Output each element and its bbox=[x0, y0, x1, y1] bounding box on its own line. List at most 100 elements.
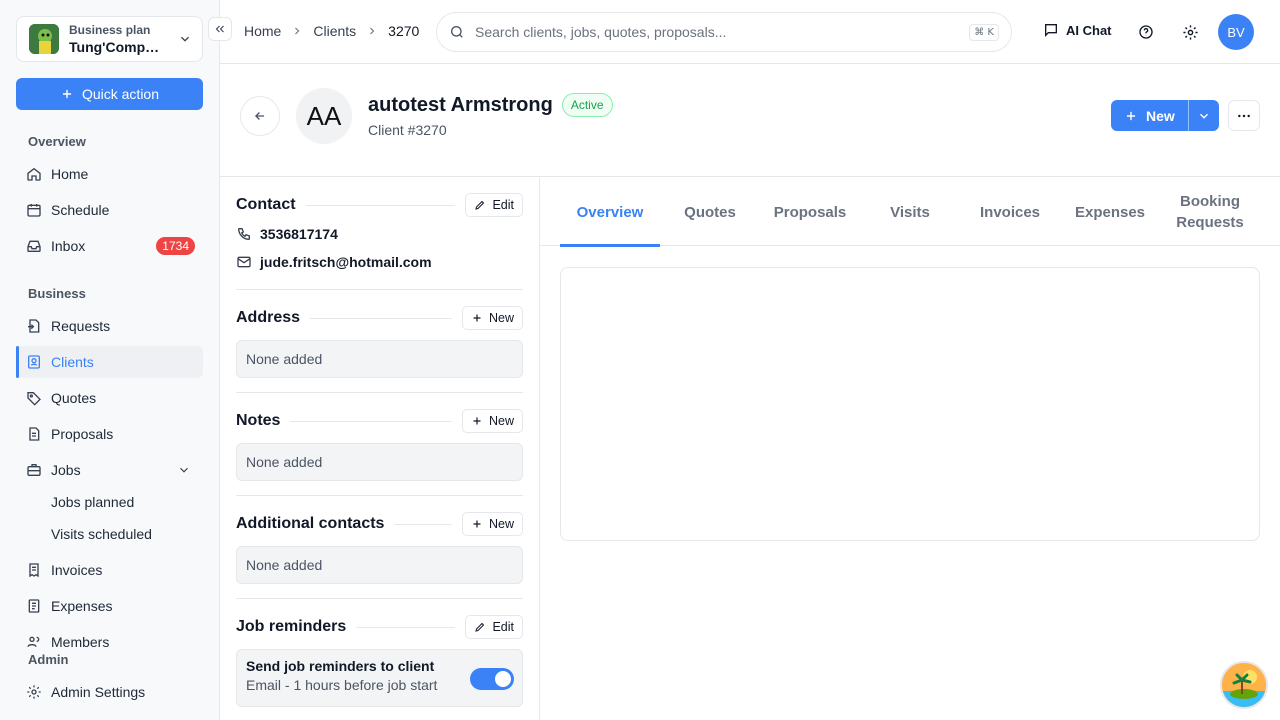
job-reminders-section: Job reminders Edit Send job reminders to… bbox=[236, 615, 523, 707]
contact-card-icon bbox=[26, 354, 42, 370]
more-options-button[interactable] bbox=[1228, 100, 1260, 131]
plus-icon bbox=[471, 312, 483, 324]
gear-icon bbox=[26, 684, 42, 700]
plus-icon bbox=[1124, 109, 1138, 123]
job-reminders-title: Job reminders bbox=[236, 618, 347, 635]
plus-icon bbox=[471, 518, 483, 530]
document-icon bbox=[26, 426, 42, 442]
sidebar-item-schedule[interactable]: Schedule bbox=[16, 194, 203, 226]
additional-contacts-section: Additional contacts New None added bbox=[236, 512, 523, 584]
search-icon bbox=[449, 24, 465, 40]
new-button-group: New bbox=[1111, 100, 1219, 131]
quick-action-button[interactable]: Quick action bbox=[16, 78, 203, 110]
overview-panel bbox=[560, 267, 1260, 541]
sidebar-item-label: Requests bbox=[51, 318, 111, 334]
chevrons-left-icon bbox=[214, 23, 226, 35]
new-button[interactable]: New bbox=[1111, 100, 1188, 131]
sidebar-item-label: Jobs bbox=[51, 462, 81, 478]
contact-title: Contact bbox=[236, 196, 296, 213]
workspace-plan: Business plan bbox=[69, 22, 151, 37]
tab-quotes[interactable]: Quotes bbox=[660, 178, 760, 246]
invoice-icon bbox=[26, 562, 42, 578]
sidebar-item-jobs-planned[interactable]: Jobs planned bbox=[51, 494, 134, 510]
chevron-right-icon bbox=[291, 25, 303, 37]
sidebar-item-quotes[interactable]: Quotes bbox=[16, 382, 203, 414]
address-title: Address bbox=[236, 309, 301, 326]
tab-proposals[interactable]: Proposals bbox=[760, 178, 860, 246]
sidebar-item-label: Quotes bbox=[51, 390, 97, 406]
inbox-count-badge: 1734 bbox=[156, 237, 195, 255]
chevron-down-icon bbox=[178, 32, 192, 46]
search-input[interactable] bbox=[475, 24, 960, 40]
quick-action-label: Quick action bbox=[81, 86, 160, 102]
sidebar-item-label: Clients bbox=[51, 354, 94, 370]
pencil-icon bbox=[474, 621, 486, 633]
tab-overview[interactable]: Overview bbox=[560, 178, 660, 247]
tab-visits[interactable]: Visits bbox=[860, 178, 960, 246]
briefcase-icon bbox=[26, 462, 42, 478]
receipt-icon bbox=[26, 598, 42, 614]
sidebar-item-visits-scheduled[interactable]: Visits scheduled bbox=[51, 526, 152, 542]
settings-button[interactable] bbox=[1180, 22, 1200, 42]
tab-invoices[interactable]: Invoices bbox=[960, 178, 1060, 246]
additional-contacts-empty: None added bbox=[236, 546, 523, 584]
sidebar-item-home[interactable]: Home bbox=[16, 158, 203, 190]
ai-chat-label: AI Chat bbox=[1066, 22, 1112, 38]
ai-chat-button[interactable]: AI Chat bbox=[1043, 22, 1112, 38]
tab-expenses[interactable]: Expenses bbox=[1060, 178, 1160, 246]
island-icon bbox=[1222, 663, 1266, 707]
add-note-button[interactable]: New bbox=[461, 409, 523, 433]
sidebar-item-clients[interactable]: Clients bbox=[16, 346, 203, 378]
contact-phone-row: 3536817174 bbox=[236, 220, 523, 248]
client-details-panel: Contact Edit 3536817174 jude.fritsch@hot… bbox=[220, 178, 540, 720]
edit-contact-button[interactable]: Edit bbox=[465, 193, 523, 217]
new-label: New bbox=[488, 311, 514, 325]
sidebar-item-label: Members bbox=[51, 634, 110, 648]
contact-email[interactable]: jude.fritsch@hotmail.com bbox=[260, 254, 432, 270]
reminder-toggle[interactable] bbox=[470, 668, 514, 690]
breadcrumb-clients[interactable]: Clients bbox=[313, 23, 356, 39]
new-label: New bbox=[488, 414, 514, 428]
sidebar-item-label: Inbox bbox=[51, 238, 86, 254]
breadcrumb-home[interactable]: Home bbox=[244, 23, 281, 39]
section-business: Business bbox=[28, 286, 86, 301]
top-bar: Home Clients 3270 ⌘ K AI Chat BV bbox=[220, 0, 1280, 64]
request-icon bbox=[26, 318, 42, 334]
gear-icon bbox=[1182, 24, 1199, 41]
sidebar-item-invoices[interactable]: Invoices bbox=[16, 554, 203, 586]
tab-booking-requests[interactable]: Booking Requests bbox=[1160, 178, 1260, 246]
add-address-button[interactable]: New bbox=[461, 306, 523, 330]
back-button[interactable] bbox=[240, 96, 280, 136]
workspace-name: Tung'Company bbox=[69, 38, 165, 55]
sidebar: Business plan Tung'Company Quick action … bbox=[0, 0, 220, 720]
sidebar-item-expenses[interactable]: Expenses bbox=[16, 590, 203, 622]
assistant-launcher-button[interactable] bbox=[1220, 661, 1268, 709]
search-bar[interactable]: ⌘ K bbox=[436, 12, 1012, 52]
sidebar-item-members[interactable]: Members bbox=[16, 626, 203, 648]
sidebar-item-proposals[interactable]: Proposals bbox=[16, 418, 203, 450]
edit-reminders-button[interactable]: Edit bbox=[465, 615, 523, 639]
sidebar-item-inbox[interactable]: Inbox 1734 bbox=[16, 230, 203, 262]
sidebar-item-label: Expenses bbox=[51, 598, 113, 614]
client-tabs: Overview Quotes Proposals Visits Invoice… bbox=[540, 178, 1280, 247]
add-contact-button[interactable]: New bbox=[461, 512, 523, 536]
help-button[interactable] bbox=[1136, 22, 1156, 42]
chevron-right-icon bbox=[366, 25, 378, 37]
contact-phone[interactable]: 3536817174 bbox=[260, 226, 338, 242]
collapse-sidebar-button[interactable] bbox=[208, 17, 232, 41]
sidebar-item-admin-settings[interactable]: Admin Settings bbox=[16, 676, 203, 708]
client-avatar: AA bbox=[296, 88, 352, 144]
chevron-down-icon bbox=[1197, 109, 1211, 123]
chevron-down-icon bbox=[177, 463, 191, 477]
sidebar-item-jobs[interactable]: Jobs bbox=[16, 454, 203, 486]
user-avatar[interactable]: BV bbox=[1218, 14, 1254, 50]
client-number: Client #3270 bbox=[368, 122, 447, 138]
tag-icon bbox=[26, 390, 42, 406]
help-icon bbox=[1138, 24, 1154, 40]
search-shortcut: ⌘ K bbox=[969, 23, 999, 41]
inbox-icon bbox=[26, 238, 42, 254]
sidebar-item-requests[interactable]: Requests bbox=[16, 310, 203, 342]
workspace-switcher[interactable]: Business plan Tung'Company bbox=[16, 16, 203, 62]
users-icon bbox=[26, 634, 42, 648]
new-dropdown-button[interactable] bbox=[1187, 100, 1219, 131]
